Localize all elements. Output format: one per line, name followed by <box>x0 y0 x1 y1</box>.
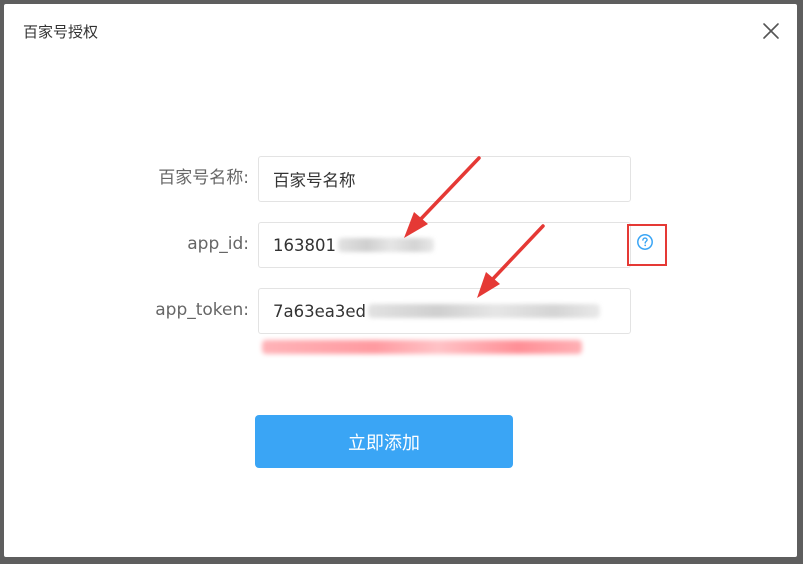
app-token-field[interactable]: 7a63ea3ed <box>258 288 631 334</box>
app-id-value: 163801 <box>273 235 336 255</box>
name-field[interactable] <box>258 156 631 202</box>
dialog-title: 百家号授权 <box>23 23 99 41</box>
app-id-redacted <box>338 238 434 252</box>
error-message-redacted <box>262 340 582 354</box>
name-label: 百家号名称: <box>158 168 249 188</box>
submit-button[interactable]: 立即添加 <box>255 415 513 468</box>
authorization-dialog: 百家号授权 <box>4 4 797 557</box>
app-token-value: 7a63ea3ed <box>273 301 366 321</box>
question-circle-icon[interactable] <box>636 233 654 251</box>
app-token-redacted <box>368 304 600 318</box>
name-input[interactable] <box>273 169 623 189</box>
app-token-label: app_token: <box>155 300 249 320</box>
close-icon[interactable] <box>761 21 781 41</box>
app-id-field[interactable]: 163801 <box>258 222 631 268</box>
app-id-label: app_id: <box>187 234 249 254</box>
